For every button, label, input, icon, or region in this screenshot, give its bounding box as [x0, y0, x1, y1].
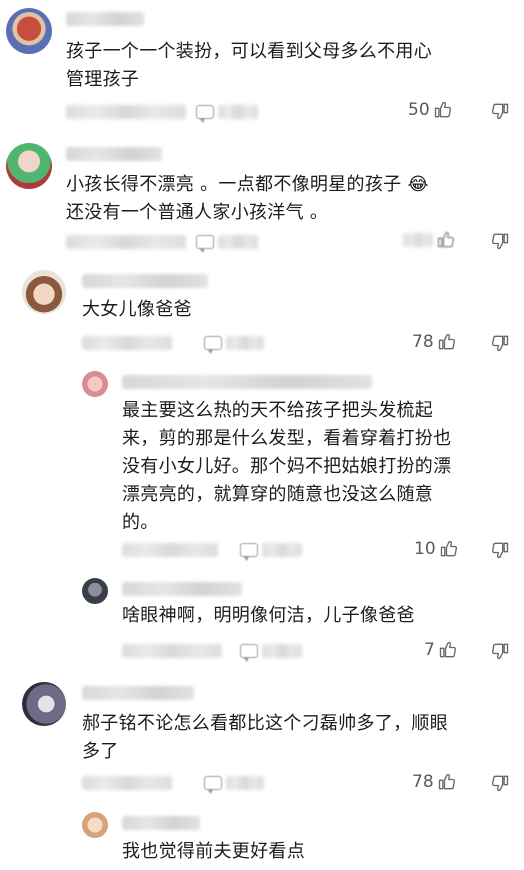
avatar[interactable] [6, 8, 52, 54]
avatar[interactable] [22, 682, 66, 726]
thumb-down-icon [491, 233, 509, 249]
username[interactable] [66, 12, 144, 26]
dislike-button[interactable] [490, 641, 510, 665]
thumb-up-icon [440, 541, 457, 557]
avatar[interactable] [6, 143, 52, 189]
thumb-up-icon [438, 774, 455, 790]
comment-item: 郝子铭不论怎么看都比这个刁磊帅多了，顺眼 多了 78 [0, 676, 524, 806]
reply-label[interactable] [226, 776, 264, 790]
like-count: 78 [412, 332, 434, 352]
avatar[interactable] [22, 270, 66, 314]
thumb-up-icon [434, 102, 451, 118]
reply-item: 最主要这么热的天不给孩子把头发梳起 来，剪的那是什么发型，看着穿着打扮也 没有小… [0, 365, 524, 565]
reply-icon[interactable] [204, 776, 222, 794]
reply-label[interactable] [262, 644, 302, 658]
reply-label[interactable] [218, 105, 258, 119]
comment-text: 孩子一个一个装扮，可以看到父母多么不用心 管理孩子 [66, 41, 432, 90]
thumb-down-icon [491, 103, 509, 119]
like-count: 78 [412, 772, 434, 792]
reply-label[interactable] [226, 336, 264, 350]
comment-text: 郝子铭不论怎么看都比这个刁磊帅多了，顺眼 多了 [82, 713, 448, 762]
thumb-up-icon [437, 232, 455, 248]
comment-text: 小孩长得不漂亮 。一点都不像明星的孩子 😂 还没有一个普通人家小孩洋气 。 [66, 174, 429, 223]
thumb-up-icon [439, 642, 456, 658]
like-button[interactable] [400, 230, 456, 250]
reply-label[interactable] [218, 235, 258, 249]
thumb-down-icon [491, 335, 509, 351]
reply-icon[interactable] [204, 336, 222, 354]
dislike-button[interactable] [490, 101, 510, 125]
thumb-down-icon [491, 542, 509, 558]
reply-icon[interactable] [196, 235, 214, 253]
username[interactable] [82, 686, 194, 700]
thumb-down-icon [491, 643, 509, 659]
comment-text: 我也觉得前夫更好看点 [122, 841, 305, 862]
dislike-button[interactable] [490, 333, 510, 357]
like-count: 50 [408, 100, 430, 120]
reply-icon[interactable] [240, 543, 258, 561]
reply-icon[interactable] [196, 105, 214, 123]
like-button[interactable]: 7 [424, 640, 458, 660]
reply-label[interactable] [262, 543, 302, 557]
username[interactable] [66, 147, 162, 161]
dislike-button[interactable] [490, 231, 510, 255]
comment-meta [122, 543, 218, 557]
username[interactable] [82, 274, 208, 288]
comment-text: 最主要这么热的天不给孩子把头发梳起 来，剪的那是什么发型，看着穿着打扮也 没有小… [122, 400, 452, 533]
username[interactable] [122, 582, 242, 596]
dislike-button[interactable] [490, 773, 510, 797]
avatar[interactable] [82, 371, 108, 397]
like-count: 7 [424, 640, 435, 660]
like-button[interactable]: 78 [412, 332, 457, 352]
comment-item: 小孩长得不漂亮 。一点都不像明星的孩子 😂 还没有一个普通人家小孩洋气 。 [0, 135, 524, 255]
reply-item: 我也觉得前夫更好看点 [0, 808, 524, 870]
username[interactable] [122, 375, 372, 389]
comment-meta [66, 105, 186, 119]
comment-text: 啥眼神啊，明明像何洁，儿子像爸爸 [122, 605, 415, 626]
thumb-up-icon [438, 334, 455, 350]
comment-meta [122, 644, 222, 658]
comment-meta [82, 336, 172, 350]
like-button[interactable]: 10 [414, 539, 459, 559]
comment-text: 大女儿像爸爸 [82, 299, 192, 320]
like-count-blurred [403, 233, 433, 247]
like-count: 10 [414, 539, 436, 559]
comment-meta [82, 776, 172, 790]
like-button[interactable]: 50 [408, 100, 453, 120]
avatar[interactable] [82, 812, 108, 838]
comment-item: 孩子一个一个装扮，可以看到父母多么不用心 管理孩子 50 [0, 0, 524, 130]
comment-item: 大女儿像爸爸 78 [0, 262, 524, 362]
username[interactable] [122, 816, 200, 830]
comment-meta [66, 235, 186, 249]
reply-item: 啥眼神啊，明明像何洁，儿子像爸爸 7 [0, 572, 524, 672]
avatar[interactable] [82, 578, 108, 604]
thumb-down-icon [491, 775, 509, 791]
dislike-button[interactable] [490, 540, 510, 564]
like-button[interactable]: 78 [412, 772, 457, 792]
reply-icon[interactable] [240, 644, 258, 662]
